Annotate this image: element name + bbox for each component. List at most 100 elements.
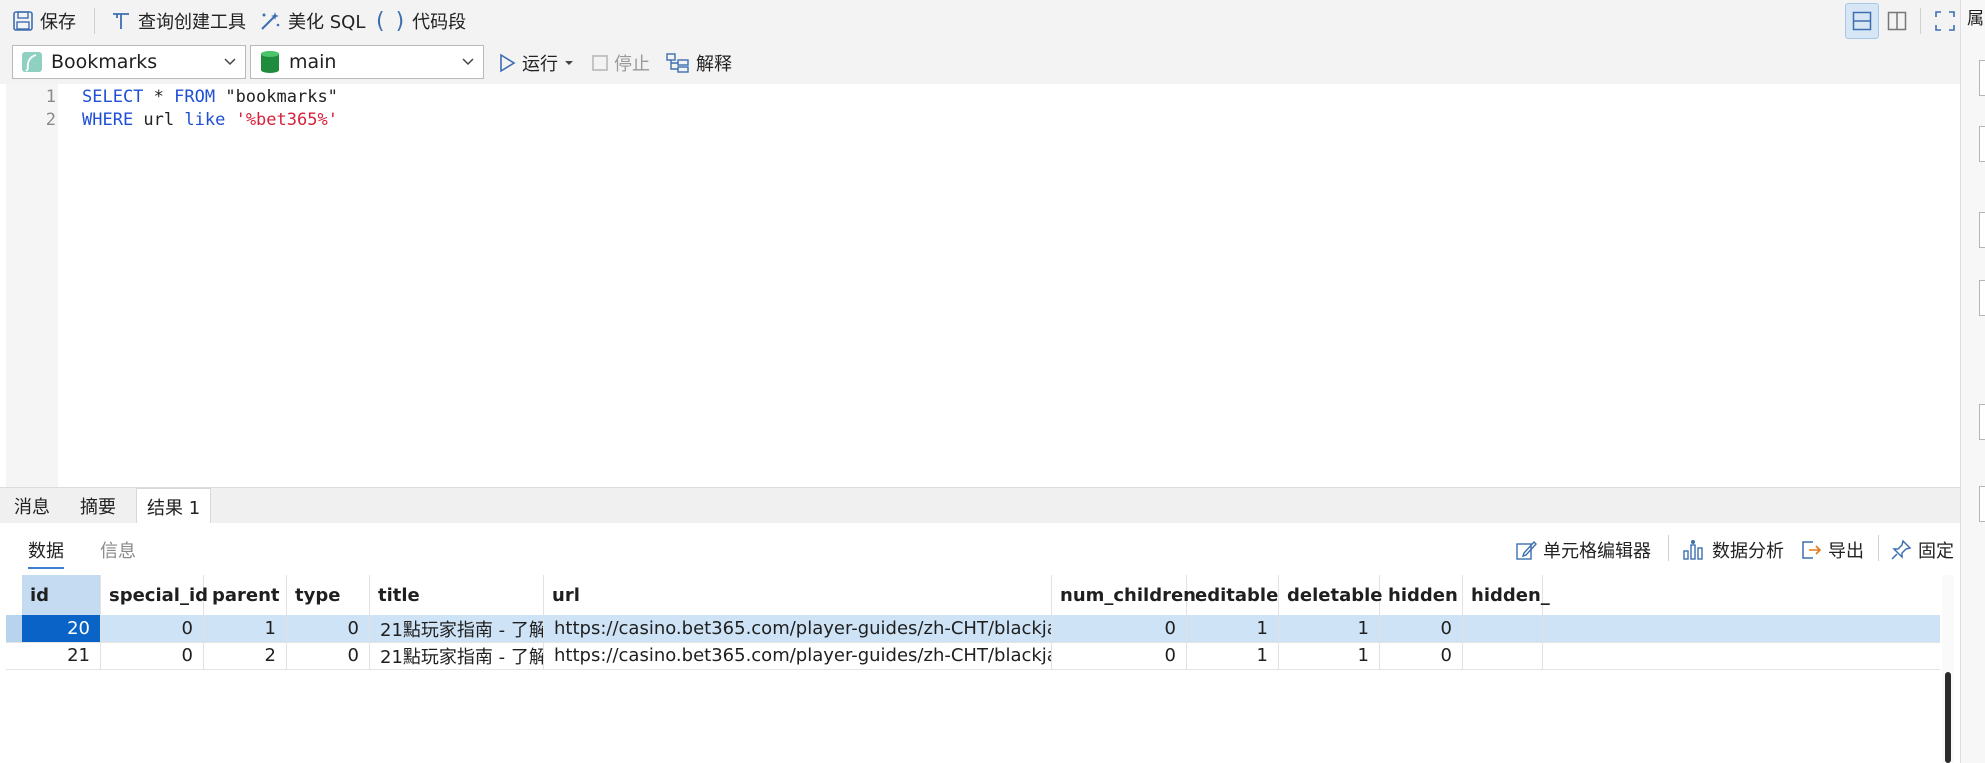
- column-header-hidden-[interactable]: hidden_: [1463, 575, 1550, 615]
- cell-editable[interactable]: 1: [1187, 642, 1279, 669]
- data-analysis-button[interactable]: 数据分析: [1682, 537, 1784, 563]
- pin-label: 固定: [1918, 541, 1954, 562]
- side-panel-field[interactable]: [1979, 60, 1985, 96]
- tab-result-1[interactable]: 结果 1: [136, 488, 212, 524]
- column-header-num-children[interactable]: num_children: [1052, 575, 1196, 615]
- stop-button[interactable]: 停止: [592, 48, 650, 78]
- side-panel-field[interactable]: [1979, 212, 1985, 248]
- cell-num-children[interactable]: 0: [1052, 642, 1187, 669]
- export-label: 导出: [1828, 541, 1864, 562]
- query-builder-button[interactable]: 查询创建工具: [110, 6, 246, 36]
- row-selector[interactable]: [6, 615, 22, 642]
- cell-editor-label: 单元格编辑器: [1543, 541, 1651, 562]
- code-token: '%bet365%': [235, 110, 338, 130]
- magic-wand-icon: [261, 12, 280, 30]
- database-select[interactable]: Bookmarks: [12, 45, 246, 79]
- subtab-info[interactable]: 信息: [100, 537, 136, 563]
- code-token: url: [133, 110, 185, 130]
- column-header-id[interactable]: id: [22, 575, 101, 615]
- stop-label: 停止: [614, 54, 650, 75]
- pin-icon: [1891, 539, 1912, 560]
- cell-type[interactable]: 0: [287, 642, 370, 669]
- cell-hidden[interactable]: 0: [1380, 642, 1463, 669]
- edit-icon: [1516, 540, 1537, 560]
- line-number: 2: [45, 110, 56, 130]
- cell-id[interactable]: 20: [22, 615, 101, 642]
- query-builder-icon: [113, 13, 129, 29]
- pin-button[interactable]: 固定: [1890, 537, 1954, 563]
- explain-label: 解释: [696, 54, 732, 75]
- subtab-data[interactable]: 数据: [28, 537, 64, 569]
- grid-header: id special_id parent type title url num_childr…: [6, 575, 1940, 616]
- sql-editor[interactable]: 1 2 SELECT * FROM "bookmarks" WHERE url …: [0, 84, 1960, 487]
- cell-special-id[interactable]: 0: [101, 615, 204, 642]
- column-header-title[interactable]: title: [370, 575, 544, 615]
- layout-split-horizontal-button[interactable]: [1845, 3, 1879, 39]
- cell-hidden-[interactable]: [1463, 642, 1543, 669]
- chevron-down-icon: [224, 58, 236, 66]
- cell-deletable[interactable]: 1: [1279, 615, 1380, 642]
- side-panel-field[interactable]: [1979, 404, 1985, 440]
- tab-messages[interactable]: 消息: [14, 488, 50, 524]
- column-header-editable[interactable]: editable: [1187, 575, 1279, 615]
- vertical-scrollbar-thumb[interactable]: [1945, 672, 1951, 763]
- code-line[interactable]: SELECT * FROM "bookmarks": [82, 87, 338, 107]
- export-button[interactable]: 导出: [1800, 537, 1864, 563]
- toolbar-divider: [1668, 535, 1669, 561]
- save-label: 保存: [40, 12, 76, 33]
- toolbar-divider: [1878, 535, 1879, 561]
- cell-num-children[interactable]: 0: [1052, 615, 1187, 642]
- beautify-sql-label: 美化 SQL: [288, 12, 366, 33]
- explain-button[interactable]: 解释: [666, 48, 732, 78]
- split-vertical-icon: [1887, 11, 1907, 31]
- code-line[interactable]: WHERE url like '%bet365%': [82, 110, 338, 130]
- side-panel-field[interactable]: [1979, 486, 1985, 522]
- schema-select[interactable]: main: [250, 45, 484, 79]
- column-header-url[interactable]: url: [544, 575, 1052, 615]
- query-toolbar: Bookmarks main 运行 停止 解释: [0, 42, 1960, 84]
- line-number: 1: [45, 87, 56, 107]
- code-token: SELECT: [82, 87, 144, 107]
- snippets-button[interactable]: ( ) 代码段: [376, 6, 466, 36]
- cell-hidden[interactable]: 0: [1380, 615, 1463, 642]
- side-panel-field[interactable]: [1979, 280, 1985, 316]
- cell-title[interactable]: 21點玩家指南 - 了解如何玩: [370, 615, 544, 642]
- cell-url[interactable]: https://casino.bet365.com/player-guides/…: [544, 642, 1052, 669]
- data-analysis-label: 数据分析: [1712, 541, 1784, 562]
- cell-url[interactable]: https://casino.bet365.com/player-guides/…: [544, 615, 1052, 642]
- cell-type[interactable]: 0: [287, 615, 370, 642]
- cell-special-id[interactable]: 0: [101, 642, 204, 669]
- cell-hidden-[interactable]: [1463, 615, 1543, 642]
- feather-icon: [22, 52, 42, 72]
- cell-title[interactable]: 21點玩家指南 - 了解如何玩: [370, 642, 544, 669]
- save-button[interactable]: 保存: [12, 6, 76, 36]
- database-select-value: Bookmarks: [51, 51, 158, 73]
- play-icon: [500, 53, 516, 73]
- side-panel-field[interactable]: [1979, 126, 1985, 162]
- layout-split-vertical-button[interactable]: [1880, 3, 1914, 39]
- fullscreen-button[interactable]: [1928, 3, 1962, 39]
- cell-parent[interactable]: 1: [204, 615, 287, 642]
- cell-deletable[interactable]: 1: [1279, 642, 1380, 669]
- run-label: 运行: [522, 54, 558, 75]
- database-icon: [261, 51, 279, 73]
- cell-parent[interactable]: 2: [204, 642, 287, 669]
- export-icon: [1802, 541, 1822, 559]
- column-header-type[interactable]: type: [287, 575, 370, 615]
- column-header-special-id[interactable]: special_id: [101, 575, 208, 615]
- cell-id[interactable]: 21: [22, 642, 101, 669]
- cell-editable[interactable]: 1: [1187, 615, 1279, 642]
- code-token: *: [143, 87, 175, 107]
- table-row[interactable]: 2102021點玩家指南 - 了解如何玩https://casino.bet36…: [6, 642, 1940, 670]
- row-selector[interactable]: [6, 642, 22, 669]
- column-header-parent[interactable]: parent: [204, 575, 287, 615]
- cell-editor-button[interactable]: 单元格编辑器: [1515, 537, 1651, 563]
- table-row[interactable]: 2001021點玩家指南 - 了解如何玩https://casino.bet36…: [6, 615, 1940, 643]
- column-header-deletable[interactable]: deletable: [1279, 575, 1382, 615]
- run-button[interactable]: 运行: [498, 48, 574, 78]
- beautify-sql-button[interactable]: 美化 SQL: [258, 6, 365, 36]
- result-toolbar: 数据 信息 单元格编辑器 数据分析 导出 固定: [0, 523, 1960, 575]
- tab-summary[interactable]: 摘要: [80, 488, 116, 524]
- result-grid[interactable]: id special_id parent type title url num_childr…: [6, 575, 1954, 763]
- column-header-hidden[interactable]: hidden: [1380, 575, 1463, 615]
